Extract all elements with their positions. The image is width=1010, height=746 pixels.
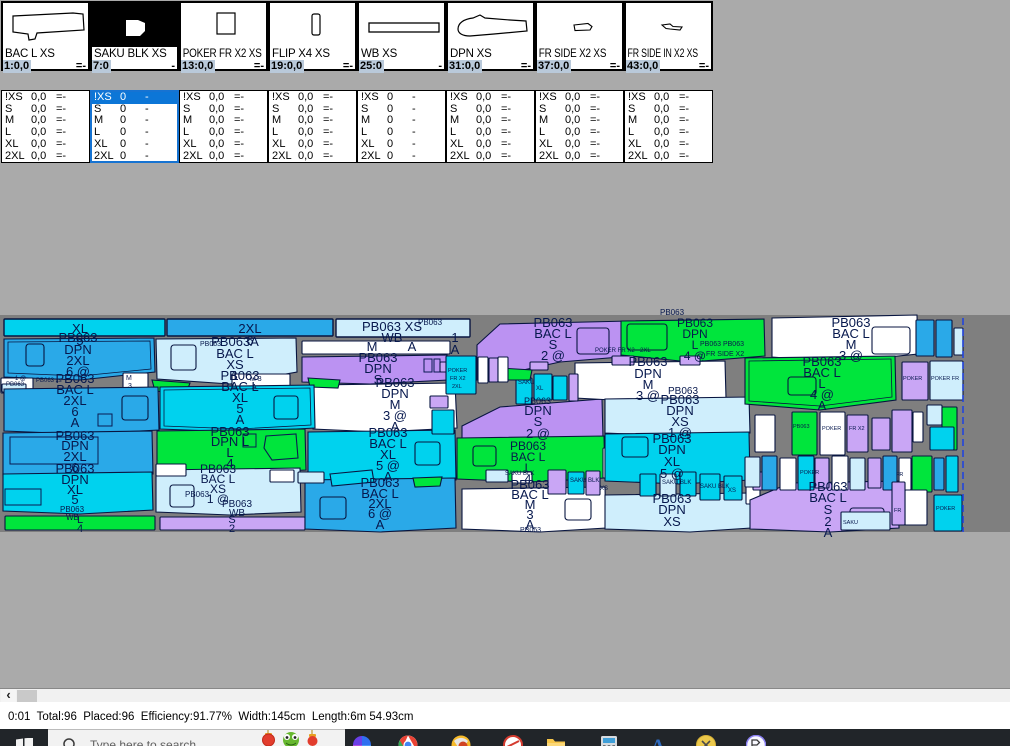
svg-text:5 @: 5 @ <box>660 466 684 481</box>
svg-text:2 @: 2 @ <box>541 348 565 363</box>
svg-text:SAKU BLK: SAKU BLK <box>505 471 534 477</box>
svg-text:SAKU BLK: SAKU BLK <box>570 478 599 484</box>
svg-text:4 @: 4 @ <box>684 349 706 363</box>
svg-text:POKER: POKER <box>936 506 955 512</box>
svg-text:A: A <box>408 339 417 354</box>
svg-text:PB063: PB063 <box>200 341 221 348</box>
svg-text:PB063: PB063 <box>793 424 810 430</box>
svg-text:1 @: 1 @ <box>15 376 26 382</box>
svg-text:WB: WB <box>382 330 403 345</box>
svg-text:SAKU: SAKU <box>518 380 534 386</box>
svg-text:FR: FR <box>896 472 903 478</box>
svg-text:2XL: 2XL <box>452 384 462 390</box>
svg-text:PB063: PB063 <box>660 308 685 317</box>
svg-text:3 @: 3 @ <box>636 388 660 403</box>
svg-text:FR X2: FR X2 <box>450 376 466 382</box>
svg-text:SAKU: SAKU <box>843 520 858 526</box>
svg-text:PB063: PB063 <box>185 490 210 499</box>
svg-text:A: A <box>818 398 827 413</box>
svg-text:POKER FR X2: POKER FR X2 <box>595 348 635 354</box>
svg-text:XS: XS <box>663 514 681 529</box>
svg-text:3: 3 <box>128 383 132 390</box>
svg-text:POKER: POKER <box>448 368 467 374</box>
svg-text:XS: XS <box>600 486 608 492</box>
svg-text:XL: XL <box>536 386 544 392</box>
svg-text:XS: XS <box>728 488 736 494</box>
svg-text:PB063: PB063 <box>6 382 25 388</box>
svg-text:2XL: 2XL <box>640 348 651 354</box>
svg-text:A: A <box>451 342 460 357</box>
svg-text:PB063: PB063 <box>520 527 541 534</box>
svg-text:SAKU BLK: SAKU BLK <box>662 480 691 486</box>
svg-text:PB063 PB063: PB063 PB063 <box>700 341 744 348</box>
svg-text:A: A <box>651 736 665 746</box>
svg-text:M: M <box>126 375 132 382</box>
svg-text:A: A <box>376 517 385 532</box>
svg-text:FR X2: FR X2 <box>849 426 865 432</box>
svg-text:FR SIDE X2: FR SIDE X2 <box>706 351 744 358</box>
svg-text:2: 2 <box>229 523 235 535</box>
svg-text:POKER: POKER <box>822 426 841 432</box>
svg-text:A: A <box>824 525 833 540</box>
svg-text:POKER: POKER <box>903 376 922 382</box>
svg-text:PB063: PB063 <box>418 318 443 327</box>
svg-text:4: 4 <box>77 523 83 535</box>
svg-text:POKER: POKER <box>800 470 819 476</box>
svg-text:SAKU BLK: SAKU BLK <box>700 484 729 490</box>
svg-text:FR: FR <box>894 508 901 514</box>
svg-text:POKER FR: POKER FR <box>931 376 959 382</box>
svg-text:3 @: 3 @ <box>839 348 863 363</box>
